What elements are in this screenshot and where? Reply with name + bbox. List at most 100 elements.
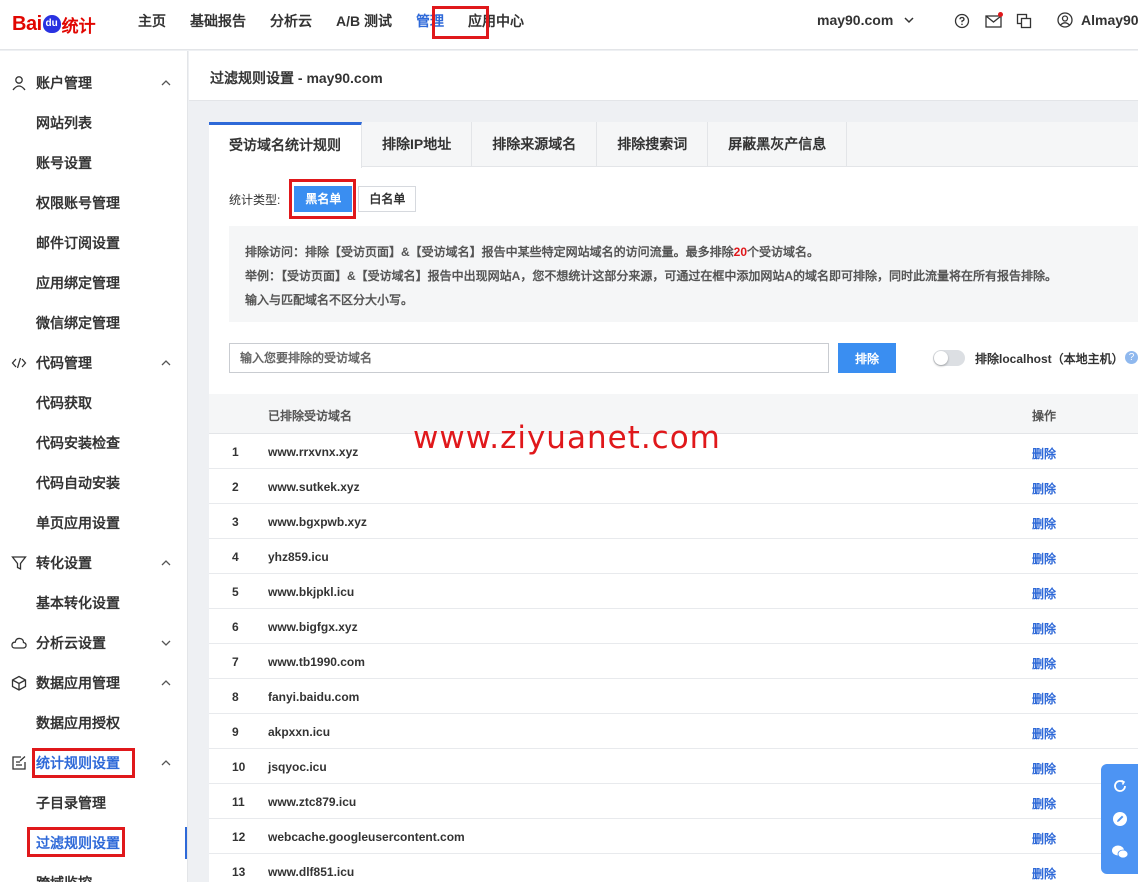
chevron-up-icon (161, 360, 171, 366)
chevron-down-icon (904, 17, 914, 24)
sidebar-group-code[interactable]: 代码管理 (0, 343, 187, 383)
sidebar-item-wechat-binding[interactable]: 微信绑定管理 (0, 303, 187, 343)
domain-input[interactable] (229, 343, 829, 373)
add-domain-row: 排除 排除localhost（本地主机） ? (229, 343, 1138, 373)
sidebar-item-account-settings[interactable]: 账号设置 (0, 143, 187, 183)
table-row: 12 webcache.googleusercontent.com 删除 (209, 819, 1138, 854)
chevron-up-icon (161, 760, 171, 766)
sidebar-group-analytics-cloud[interactable]: 分析云设置 (0, 623, 187, 663)
nav-ab-test[interactable]: A/B 测试 (324, 0, 404, 50)
rules-icon (12, 756, 26, 770)
sidebar-item-site-list[interactable]: 网站列表 (0, 103, 187, 143)
delete-link[interactable]: 删除 (1032, 830, 1056, 847)
blacklist-button[interactable]: 黑名单 (294, 186, 353, 212)
user-icon (12, 76, 26, 91)
baidu-tongji-logo[interactable]: Bai du 统计 (12, 8, 96, 40)
sidebar-item-permission-accounts[interactable]: 权限账号管理 (0, 183, 187, 223)
edit-icon[interactable] (1110, 809, 1130, 829)
sidebar-item-filter-rules[interactable]: 过滤规则设置 (0, 823, 187, 863)
delete-link[interactable]: 删除 (1032, 655, 1056, 672)
sidebar-group-label: 数据应用管理 (36, 675, 120, 691)
sidebar-item-data-app-auth[interactable]: 数据应用授权 (0, 703, 187, 743)
whitelist-button[interactable]: 白名单 (358, 186, 417, 212)
tab-exclude-keywords[interactable]: 排除搜索词 (597, 122, 709, 167)
nav-analytics-cloud[interactable]: 分析云 (258, 0, 324, 50)
user-avatar-icon (1057, 12, 1073, 28)
delete-link[interactable]: 删除 (1032, 445, 1056, 462)
sidebar-item-code-check[interactable]: 代码安装检查 (0, 423, 187, 463)
top-icons (953, 12, 1033, 30)
sidebar-group-conversion[interactable]: 转化设置 (0, 543, 187, 583)
nav-app-center[interactable]: 应用中心 (456, 0, 536, 50)
excluded-domains-table: 已排除受访域名 操作 1 www.rrxvnx.xyz 删除 2 www.sutkek… (209, 394, 1138, 882)
top-bar: Bai du 统计 主页 基础报告 分析云 A/B 测试 管理 应用中心 may… (0, 0, 1138, 50)
sidebar-item-app-binding[interactable]: 应用绑定管理 (0, 263, 187, 303)
delete-link[interactable]: 删除 (1032, 620, 1056, 637)
sidebar-item-subdirectory[interactable]: 子目录管理 (0, 783, 187, 823)
delete-link[interactable]: 删除 (1032, 865, 1056, 882)
table-row: 6 www.bigfgx.xyz 删除 (209, 609, 1138, 644)
table-row: 7 www.tb1990.com 删除 (209, 644, 1138, 679)
sidebar-item-code-get[interactable]: 代码获取 (0, 383, 187, 423)
sidebar-item-cross-domain[interactable]: 跨域监控 (0, 863, 187, 882)
tab-exclude-ip[interactable]: 排除IP地址 (362, 122, 473, 167)
logo-text-tongji: 统计 (61, 16, 96, 36)
delete-link[interactable]: 删除 (1032, 550, 1056, 567)
delete-link[interactable]: 删除 (1032, 690, 1056, 707)
info-line-2: 举例：【受访页面】&【受访域名】报告中出现网站A，您不想统计这部分来源，可通过在… (245, 269, 1058, 283)
mail-icon[interactable] (984, 12, 1003, 30)
max-count: 20 (733, 245, 748, 259)
help-icon[interactable] (953, 12, 971, 30)
main-nav: 主页 基础报告 分析云 A/B 测试 管理 应用中心 (126, 0, 536, 50)
chat-icon[interactable] (1110, 842, 1130, 862)
nav-manage[interactable]: 管理 (404, 0, 456, 50)
sidebar-item-code-auto-install[interactable]: 代码自动安装 (0, 463, 187, 503)
code-icon (11, 357, 27, 369)
notification-dot (998, 12, 1003, 17)
table-row: 5 www.bkjpkl.icu 删除 (209, 574, 1138, 609)
table-row: 8 fanyi.baidu.com 删除 (209, 679, 1138, 714)
exclude-button[interactable]: 排除 (838, 343, 896, 373)
sidebar-item-spa-settings[interactable]: 单页应用设置 (0, 503, 187, 543)
cloud-icon (11, 637, 27, 649)
tab-visited-domain-rules[interactable]: 受访域名统计规则 (209, 122, 362, 168)
delete-link[interactable]: 删除 (1032, 515, 1056, 532)
column-header-op: 操作 (1032, 409, 1057, 423)
tab-bar: 受访域名统计规则 排除IP地址 排除来源域名 排除搜索词 屏蔽黑灰产信息 (209, 122, 1138, 168)
page-header: 过滤规则设置 - may90.com (189, 51, 1138, 101)
nav-basic-reports[interactable]: 基础报告 (178, 0, 258, 50)
sidebar: 账户管理 网站列表 账号设置 权限账号管理 邮件订阅设置 应用绑定管理 微信绑定… (0, 51, 188, 882)
sidebar-group-account[interactable]: 账户管理 (0, 63, 187, 103)
sidebar-group-label: 代码管理 (36, 355, 92, 371)
info-box: 排除访问：排除【受访页面】&【受访域名】报告中某些特定网站域名的访问流量。最多排… (229, 226, 1138, 322)
localhost-toggle-label: 排除localhost（本地主机） (975, 352, 1124, 366)
table-row: 3 www.bgxpwb.xyz 删除 (209, 504, 1138, 539)
tab-block-fraud[interactable]: 屏蔽黑灰产信息 (708, 122, 848, 167)
column-header-domain: 已排除受访域名 (268, 409, 353, 423)
sidebar-group-data-apps[interactable]: 数据应用管理 (0, 663, 187, 703)
localhost-toggle[interactable] (933, 350, 965, 366)
table-row: 11 www.ztc879.icu 删除 (209, 784, 1138, 819)
floating-toolbar (1101, 764, 1138, 874)
delete-link[interactable]: 删除 (1032, 725, 1056, 742)
tab-exclude-referrer[interactable]: 排除来源域名 (472, 122, 598, 167)
sidebar-item-email-subscription[interactable]: 邮件订阅设置 (0, 223, 187, 263)
table-row: 4 yhz859.icu 删除 (209, 539, 1138, 574)
delete-link[interactable]: 删除 (1032, 480, 1056, 497)
delete-link[interactable]: 删除 (1032, 760, 1056, 777)
sidebar-item-basic-conversion[interactable]: 基本转化设置 (0, 583, 187, 623)
site-selector[interactable]: may90.com (817, 12, 915, 28)
copy-icon[interactable] (1015, 12, 1033, 30)
sidebar-group-stat-rules[interactable]: 统计规则设置 (0, 743, 187, 783)
stat-type-row: 统计类型: 黑名单 白名单 (229, 186, 417, 212)
delete-link[interactable]: 删除 (1032, 795, 1056, 812)
help-icon[interactable]: ? (1125, 351, 1138, 364)
delete-link[interactable]: 删除 (1032, 585, 1056, 602)
nav-home[interactable]: 主页 (126, 0, 178, 50)
table-row: 2 www.sutkek.xyz 删除 (209, 469, 1138, 504)
refresh-icon[interactable] (1110, 776, 1130, 796)
watermark-text: www.ziyuanet.com (413, 420, 721, 456)
sidebar-group-label: 账户管理 (36, 75, 92, 91)
user-menu[interactable]: Almay90 (1057, 12, 1138, 28)
main-content: 过滤规则设置 - may90.com 受访域名统计规则 排除IP地址 排除来源域… (189, 51, 1138, 882)
